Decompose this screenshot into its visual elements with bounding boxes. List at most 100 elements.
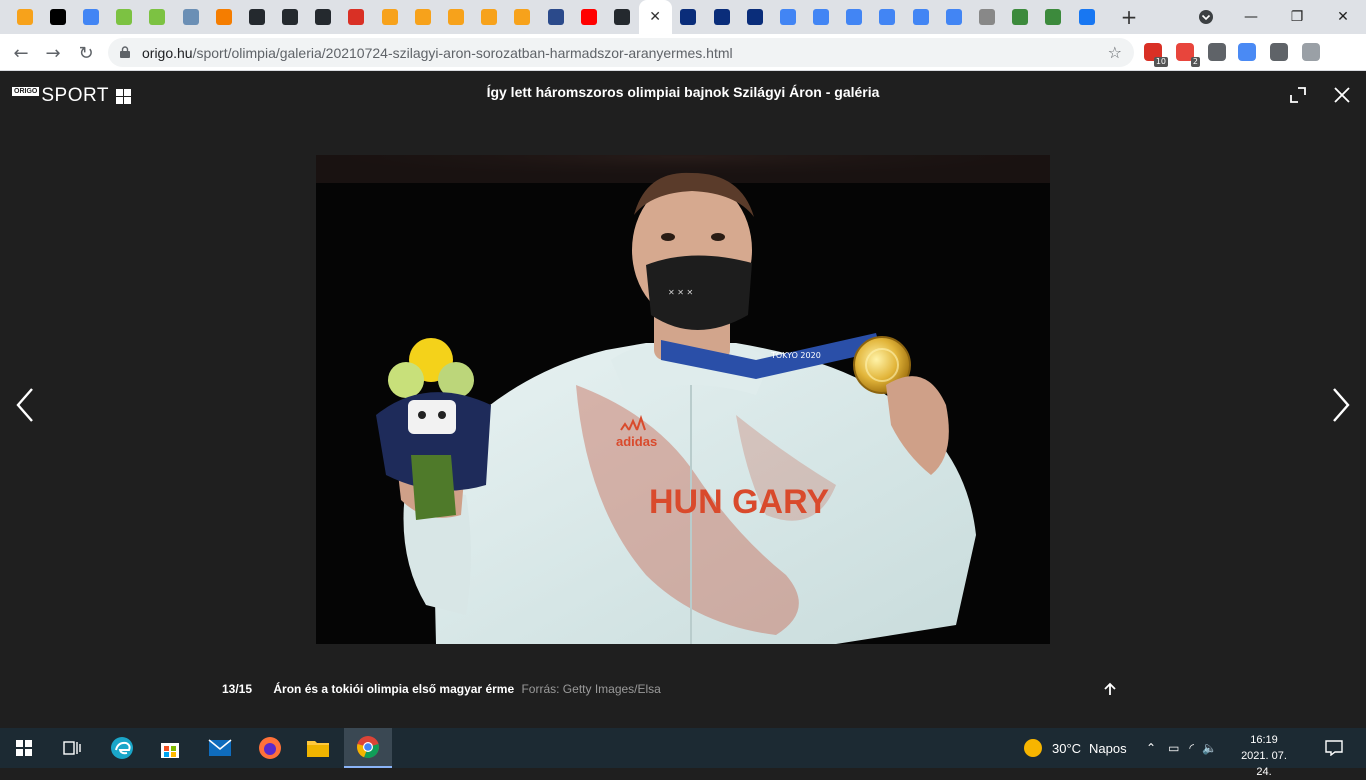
sun-icon [1024,739,1042,757]
gallery-photo[interactable]: ✕ ✕ ✕ TOKYO 2020 HUN GARY adidas [316,155,1050,644]
origo-icon [481,9,498,25]
windows-taskbar: 30°C Napos ⌃ ▭ ◜ 🔈 16:19 2021. 07. 24. [0,728,1366,778]
wifi-icon[interactable]: ◜ [1189,741,1194,755]
bookmark-star-icon[interactable]: ☆ [1108,43,1122,62]
edge-icon[interactable] [98,728,146,768]
task-view-icon[interactable] [48,728,96,768]
browser-tab[interactable] [970,0,1003,34]
browser-tab[interactable] [771,0,804,34]
browser-tab[interactable] [672,0,705,34]
browser-tab[interactable] [473,0,506,34]
browser-tab[interactable] [937,0,970,34]
chrome-taskbar-icon[interactable] [344,728,392,768]
browser-tab[interactable] [1070,0,1103,34]
browser-tab[interactable] [506,0,539,34]
system-tray: ⌃ ▭ ◜ 🔈 [1146,728,1217,768]
browser-tab[interactable] [340,0,373,34]
browser-tab[interactable] [605,0,638,34]
origo-icon [448,9,465,25]
browser-tab[interactable] [805,0,838,34]
weather-description: Napos [1089,740,1127,756]
browser-tab[interactable] [738,0,771,34]
windows-start-icon[interactable] [0,728,48,768]
browser-tab[interactable] [705,0,738,34]
address-bar[interactable]: origo.hu/sport/olimpia/galeria/20210724-… [108,38,1134,67]
tab-strip: ✕ + — ❐ ✕ [0,0,1366,34]
notification-icon[interactable] [1310,728,1358,768]
reload-icon[interactable]: ↻ [73,40,99,66]
next-arrow-icon[interactable] [1330,385,1354,425]
window-close-icon[interactable]: ✕ [1320,0,1366,34]
browser-tab[interactable] [274,0,307,34]
network-icon[interactable]: ▭ [1168,741,1179,755]
browser-tab[interactable] [207,0,240,34]
browser-tab[interactable] [1037,0,1070,34]
close-tab-icon[interactable]: ✕ [649,9,661,25]
store-icon[interactable] [146,728,194,768]
photo-source: Forrás: Getty Images/Elsa [521,682,661,696]
browser-tab[interactable] [904,0,937,34]
back-arrow-icon[interactable]: ← [8,40,34,66]
browser-tab[interactable] [41,0,74,34]
browser-tab[interactable] [1004,0,1037,34]
weather-widget[interactable]: 30°C Napos [1024,728,1127,768]
browser-tab[interactable] [174,0,207,34]
minimize-icon[interactable]: — [1228,0,1274,34]
adidas-text: adidas [616,434,657,449]
svg-text:✕ ✕ ✕: ✕ ✕ ✕ [668,288,693,297]
weather-temperature: 30°C [1052,740,1082,756]
o-icon [680,9,697,25]
firefox-icon[interactable] [246,728,294,768]
extension-puzzle-gray-icon[interactable] [1208,43,1226,61]
document-icon[interactable] [1238,43,1256,61]
google-icon [846,9,863,25]
system-clock[interactable]: 16:19 2021. 07. 24. [1236,732,1292,780]
file-explorer-icon[interactable] [294,728,342,768]
previous-arrow-icon[interactable] [12,385,36,425]
browser-tab[interactable] [406,0,439,34]
window-controls: — ❐ ✕ [1228,0,1366,34]
close-gallery-icon[interactable] [1332,85,1352,105]
smiley-icon [149,9,166,25]
mail-icon[interactable] [196,728,244,768]
o-icon [713,9,730,25]
browser-tab[interactable] [74,0,107,34]
globe-icon [979,9,996,25]
tab-search-icon[interactable] [1196,8,1216,26]
lock-icon[interactable] [120,46,130,58]
browser-tab[interactable] [539,0,572,34]
arrow-up-icon[interactable] [1102,681,1118,697]
medium-icon [49,9,66,25]
browser-tab[interactable] [373,0,406,34]
browser-tab[interactable] [141,0,174,34]
adblock-icon[interactable]: 2 [1176,43,1200,67]
extension-puzzle-icon[interactable] [1270,43,1288,61]
restore-icon[interactable]: ❐ [1274,0,1320,34]
origo-icon [16,9,33,25]
photo-counter: 13/15 [222,682,253,696]
photo-caption: 13/15 Áron és a tokiói olimpia első magy… [222,682,661,696]
browser-tab[interactable] [307,0,340,34]
browser-tab[interactable]: ✕ [638,0,672,34]
browser-tab[interactable] [871,0,904,34]
volume-icon[interactable]: 🔈 [1202,741,1217,755]
browser-tab[interactable] [572,0,605,34]
google-icon [945,9,962,25]
caption-text: Áron és a tokiói olimpia első magyar érm… [273,682,515,696]
github-icon [282,9,299,25]
browser-tab[interactable] [838,0,871,34]
github-icon [248,9,265,25]
new-tab-button[interactable]: + [1117,6,1141,28]
profile-icon[interactable] [1302,43,1320,61]
browser-tab[interactable] [108,0,141,34]
pdf-icon[interactable]: 10 [1144,43,1168,67]
browser-tab[interactable] [8,0,41,34]
chevron-up-icon[interactable]: ⌃ [1146,741,1156,755]
photo-gallery: ORIGO SPORT Így lett háromszoros olimpia… [0,71,1366,728]
fullscreen-icon[interactable] [1288,85,1308,105]
browser-tab[interactable] [439,0,472,34]
extension-badge: 2 [1190,57,1200,67]
forward-arrow-icon[interactable]: → [40,40,66,66]
clock-time: 16:19 [1250,734,1278,746]
browser-tab[interactable] [240,0,273,34]
